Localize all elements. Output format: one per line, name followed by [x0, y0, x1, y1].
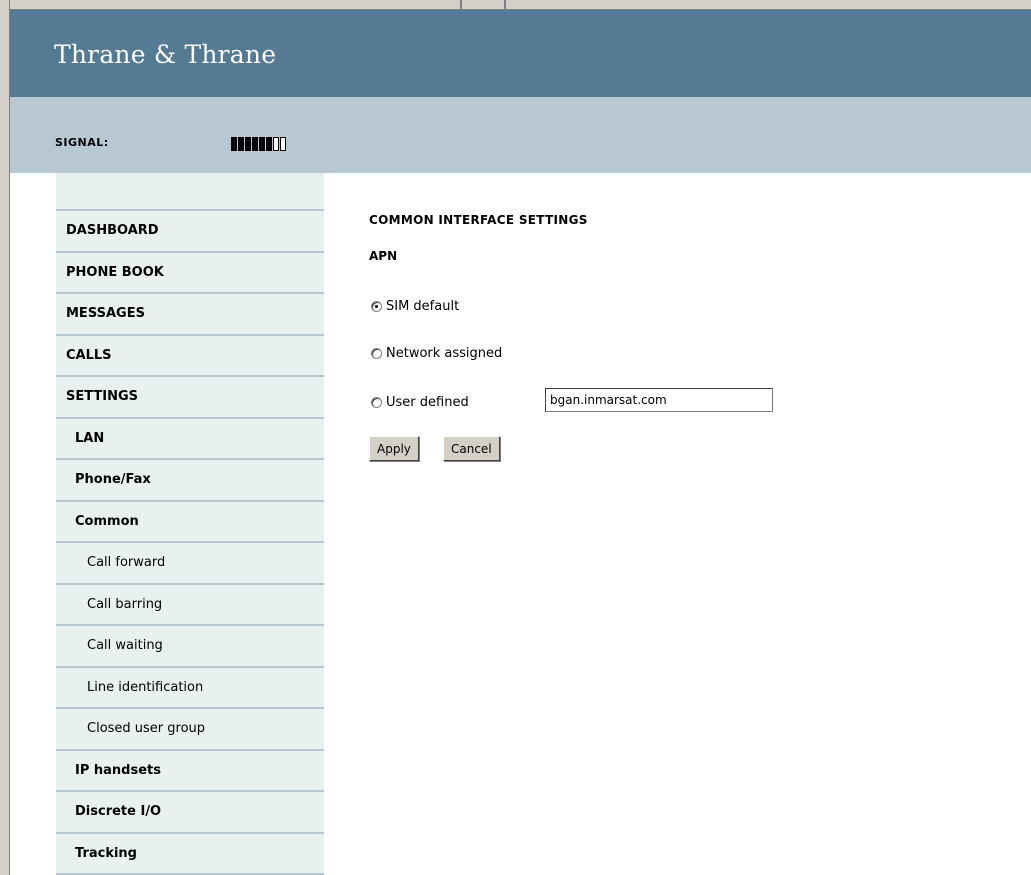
- signal-strength-meter: [231, 137, 286, 151]
- sidebar-nav: DASHBOARD PHONE BOOK MESSAGES CALLS SETT…: [56, 173, 324, 875]
- signal-segment: [266, 137, 272, 151]
- apply-button[interactable]: Apply: [369, 436, 419, 461]
- radio-user-defined[interactable]: [371, 397, 382, 408]
- sidebar-item-lan[interactable]: LAN: [56, 419, 324, 460]
- signal-segment: [280, 137, 286, 151]
- sidebar-item-dashboard[interactable]: DASHBOARD: [56, 211, 324, 253]
- sidebar-item-phone-book[interactable]: PHONE BOOK: [56, 253, 324, 294]
- section-heading-apn: APN: [369, 249, 398, 263]
- option-sim-default[interactable]: SIM default: [371, 299, 459, 314]
- signal-bar: [10, 97, 1031, 173]
- sidebar-item-messages[interactable]: MESSAGES: [56, 294, 324, 336]
- label-network-assigned: Network assigned: [386, 346, 503, 361]
- signal-segment: [245, 137, 251, 151]
- sidebar-item-calls[interactable]: CALLS: [56, 336, 324, 377]
- sidebar-item-ip-handsets[interactable]: IP handsets: [56, 751, 324, 792]
- frame-divider: [504, 0, 506, 10]
- sidebar-item-call-forward[interactable]: Call forward: [56, 543, 324, 585]
- option-user-defined[interactable]: User defined: [371, 395, 469, 410]
- signal-segment: [273, 137, 279, 151]
- signal-segment: [238, 137, 244, 151]
- signal-segment: [259, 137, 265, 151]
- sidebar-item-tracking[interactable]: Tracking: [56, 834, 324, 875]
- sidebar-item-common[interactable]: Common: [56, 502, 324, 543]
- signal-segment: [231, 137, 237, 151]
- radio-sim-default[interactable]: [371, 301, 382, 312]
- radio-network-assigned[interactable]: [371, 348, 382, 359]
- brand-logo: Thrane & Thrane: [54, 40, 277, 69]
- sidebar-item-line-identification[interactable]: Line identification: [56, 668, 324, 709]
- frame-divider: [460, 0, 462, 10]
- signal-segment: [252, 137, 258, 151]
- label-sim-default: SIM default: [386, 299, 460, 314]
- sidebar-item-call-waiting[interactable]: Call waiting: [56, 626, 324, 668]
- label-user-defined: User defined: [386, 395, 469, 410]
- option-network-assigned[interactable]: Network assigned: [371, 346, 502, 361]
- page-title: COMMON INTERFACE SETTINGS: [369, 213, 588, 227]
- apn-user-defined-input[interactable]: [545, 388, 773, 412]
- sidebar-item-settings[interactable]: SETTINGS: [56, 377, 324, 419]
- sidebar-item-phone-fax[interactable]: Phone/Fax: [56, 460, 324, 502]
- sidebar-item-call-barring[interactable]: Call barring: [56, 585, 324, 626]
- sidebar-item-discrete-io[interactable]: Discrete I/O: [56, 792, 324, 834]
- signal-label: SIGNAL:: [55, 136, 109, 149]
- cancel-button[interactable]: Cancel: [443, 436, 500, 461]
- window-frame-left: [0, 0, 10, 875]
- sidebar-spacer: [56, 173, 324, 211]
- sidebar-item-closed-user-group[interactable]: Closed user group: [56, 709, 324, 751]
- window-frame-top: [0, 0, 1031, 10]
